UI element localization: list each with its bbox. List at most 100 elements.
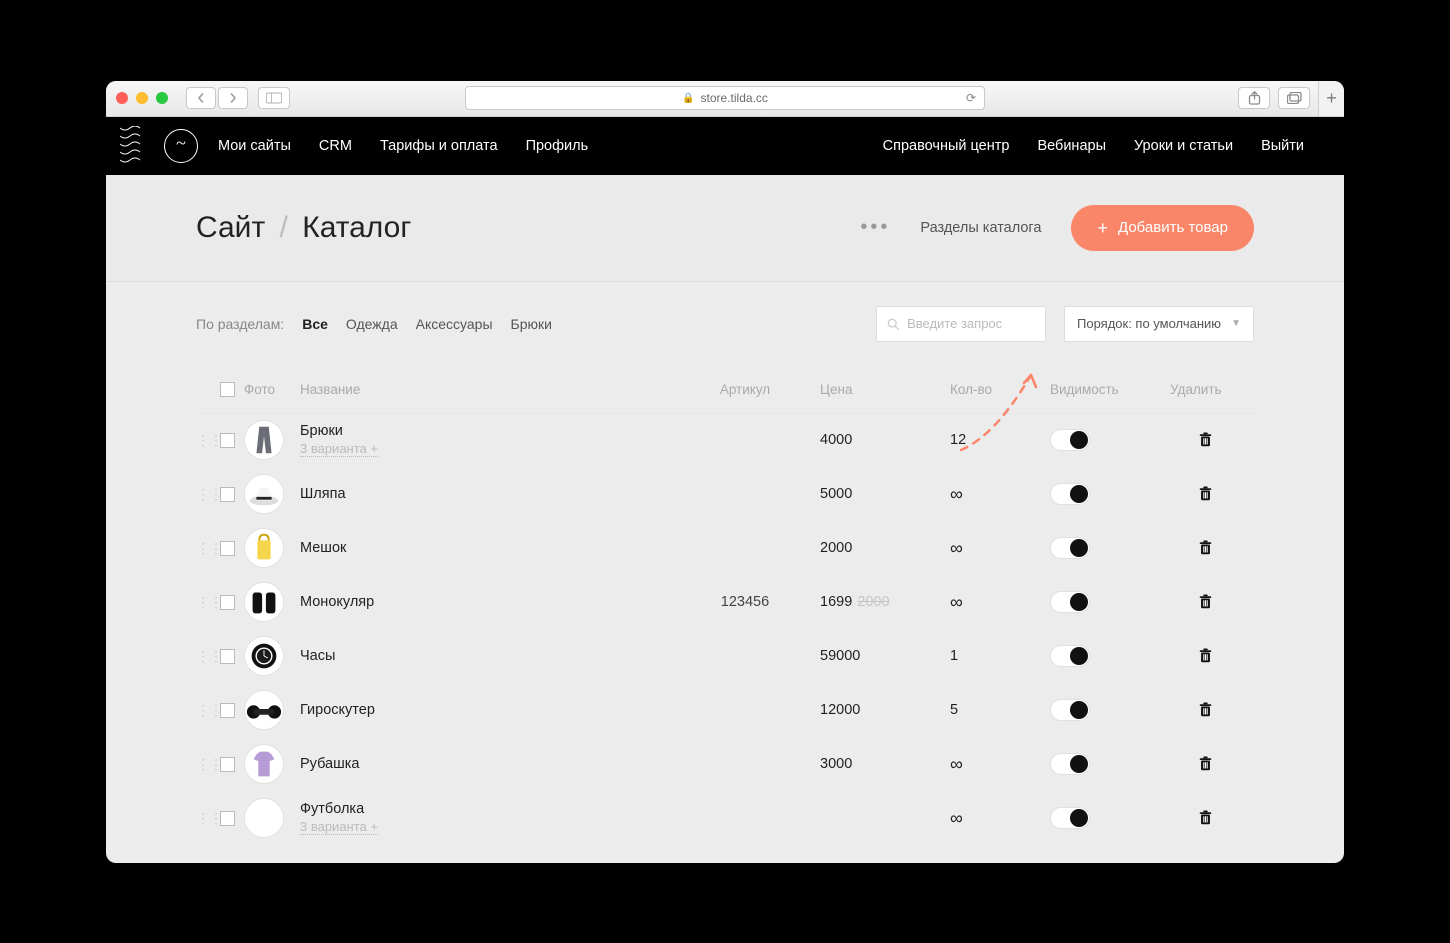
visibility-toggle[interactable] — [1050, 483, 1090, 505]
browser-nav-buttons — [186, 87, 248, 109]
add-product-button[interactable]: + Добавить товар — [1071, 205, 1254, 251]
browser-tabs-button[interactable] — [1278, 87, 1310, 109]
row-checkbox[interactable] — [220, 811, 235, 826]
delete-button[interactable] — [1170, 810, 1240, 826]
nav-right-item-3[interactable]: Выйти — [1261, 138, 1304, 154]
product-thumbnail[interactable] — [244, 744, 284, 784]
drag-handle[interactable]: ⋮⋮ — [196, 810, 220, 827]
product-sku: 123456 — [670, 594, 820, 610]
product-name-cell[interactable]: Гироскутер — [300, 702, 670, 718]
filter-category-1[interactable]: Одежда — [346, 316, 398, 332]
row-checkbox[interactable] — [220, 649, 235, 664]
delete-button[interactable] — [1170, 756, 1240, 772]
browser-address-bar[interactable]: 🔒 store.tilda.cc ⟳ — [465, 86, 985, 110]
visibility-toggle[interactable] — [1050, 591, 1090, 613]
breadcrumb-current: Каталог — [302, 211, 411, 244]
product-name-cell[interactable]: Шляпа — [300, 486, 670, 502]
product-name: Мешок — [300, 540, 670, 556]
search-input[interactable] — [907, 316, 1035, 331]
delete-button[interactable] — [1170, 648, 1240, 664]
product-variants[interactable]: 3 варианта + — [300, 441, 378, 457]
row-checkbox[interactable] — [220, 541, 235, 556]
browser-share-button[interactable] — [1238, 87, 1270, 109]
browser-sidebar-button[interactable] — [258, 87, 290, 109]
delete-button[interactable] — [1170, 540, 1240, 556]
window-minimize-button[interactable] — [136, 92, 148, 104]
visibility-toggle[interactable] — [1050, 429, 1090, 451]
visibility-toggle[interactable] — [1050, 699, 1090, 721]
table-row: ⋮⋮Мешок2000∞ — [196, 522, 1254, 576]
catalog-sections-link[interactable]: Разделы каталога — [920, 220, 1041, 236]
product-variants[interactable]: 3 варианта + — [300, 819, 378, 835]
product-thumbnail[interactable] — [244, 474, 284, 514]
product-thumbnail[interactable] — [244, 420, 284, 460]
app-header: ~ Мои сайты CRM Тарифы и оплата Профиль Спр… — [106, 117, 1344, 175]
nav-right-item-0[interactable]: Справочный центр — [883, 138, 1010, 154]
product-name-cell[interactable]: Часы — [300, 648, 670, 664]
breadcrumb-root[interactable]: Сайт — [196, 211, 265, 244]
drag-handle[interactable]: ⋮⋮ — [196, 648, 220, 665]
product-price: 3000 — [820, 756, 950, 772]
search-box[interactable] — [876, 306, 1046, 342]
product-price: 5000 — [820, 486, 950, 502]
nav-item-2[interactable]: Тарифы и оплата — [380, 117, 498, 175]
drag-handle[interactable]: ⋮⋮ — [196, 702, 220, 719]
product-thumbnail[interactable] — [244, 690, 284, 730]
reload-icon[interactable]: ⟳ — [966, 91, 976, 105]
table-row: ⋮⋮Футболка3 варианта +∞ — [196, 792, 1254, 846]
nav-right-item-1[interactable]: Вебинары — [1037, 138, 1106, 154]
browser-forward-button[interactable] — [218, 87, 248, 109]
drag-handle[interactable]: ⋮⋮ — [196, 594, 220, 611]
row-checkbox[interactable] — [220, 757, 235, 772]
product-thumbnail[interactable] — [244, 528, 284, 568]
filter-category-2[interactable]: Аксессуары — [416, 316, 493, 332]
product-name-cell[interactable]: Мешок — [300, 540, 670, 556]
delete-button[interactable] — [1170, 594, 1240, 610]
breadcrumb: Сайт / Каталог — [196, 211, 411, 245]
nav-item-3[interactable]: Профиль — [526, 117, 589, 175]
visibility-toggle[interactable] — [1050, 645, 1090, 667]
delete-button[interactable] — [1170, 486, 1240, 502]
delete-button[interactable] — [1170, 702, 1240, 718]
product-name-cell[interactable]: Рубашка — [300, 756, 670, 772]
row-checkbox[interactable] — [220, 595, 235, 610]
drag-handle[interactable]: ⋮⋮ — [196, 540, 220, 557]
product-name-cell[interactable]: Футболка 3 варианта + — [300, 801, 670, 835]
drag-handle[interactable]: ⋮⋮ — [196, 432, 220, 449]
row-checkbox[interactable] — [220, 433, 235, 448]
product-name-cell[interactable]: Монокуляр — [300, 594, 670, 610]
app-logo[interactable]: ~ — [164, 129, 198, 163]
filter-category-0[interactable]: Все — [302, 316, 328, 332]
row-checkbox[interactable] — [220, 703, 235, 718]
nav-right-item-2[interactable]: Уроки и статьи — [1134, 138, 1233, 154]
window-zoom-button[interactable] — [156, 92, 168, 104]
product-qty: 5 — [950, 702, 1050, 718]
window-close-button[interactable] — [116, 92, 128, 104]
filter-category-3[interactable]: Брюки — [511, 316, 552, 332]
nav-item-1[interactable]: CRM — [319, 117, 352, 175]
browser-back-button[interactable] — [186, 87, 216, 109]
col-photo: Фото — [244, 382, 300, 397]
more-menu-button[interactable]: ••• — [860, 216, 890, 239]
select-all-checkbox[interactable] — [220, 382, 235, 397]
drag-handle[interactable]: ⋮⋮ — [196, 756, 220, 773]
visibility-toggle[interactable] — [1050, 807, 1090, 829]
product-thumbnail[interactable] — [244, 582, 284, 622]
visibility-toggle[interactable] — [1050, 753, 1090, 775]
col-sku: Артикул — [670, 382, 820, 397]
visibility-toggle[interactable] — [1050, 537, 1090, 559]
sort-dropdown[interactable]: Порядок: по умолчанию ▼ — [1064, 306, 1254, 342]
delete-button[interactable] — [1170, 432, 1240, 448]
product-thumbnail[interactable] — [244, 798, 284, 838]
product-thumbnail[interactable] — [244, 636, 284, 676]
table-row: ⋮⋮Рубашка3000∞ — [196, 738, 1254, 792]
browser-new-tab-button[interactable]: + — [1318, 81, 1344, 117]
row-checkbox[interactable] — [220, 487, 235, 502]
table-row: ⋮⋮Шляпа5000∞ — [196, 468, 1254, 522]
add-product-label: Добавить товар — [1118, 219, 1228, 236]
product-name-cell[interactable]: Брюки3 варианта + — [300, 423, 670, 457]
drag-handle[interactable]: ⋮⋮ — [196, 486, 220, 503]
nav-item-0[interactable]: Мои сайты — [218, 117, 291, 175]
filter-label: По разделам: — [196, 316, 284, 332]
product-name: Футболка — [300, 801, 670, 817]
